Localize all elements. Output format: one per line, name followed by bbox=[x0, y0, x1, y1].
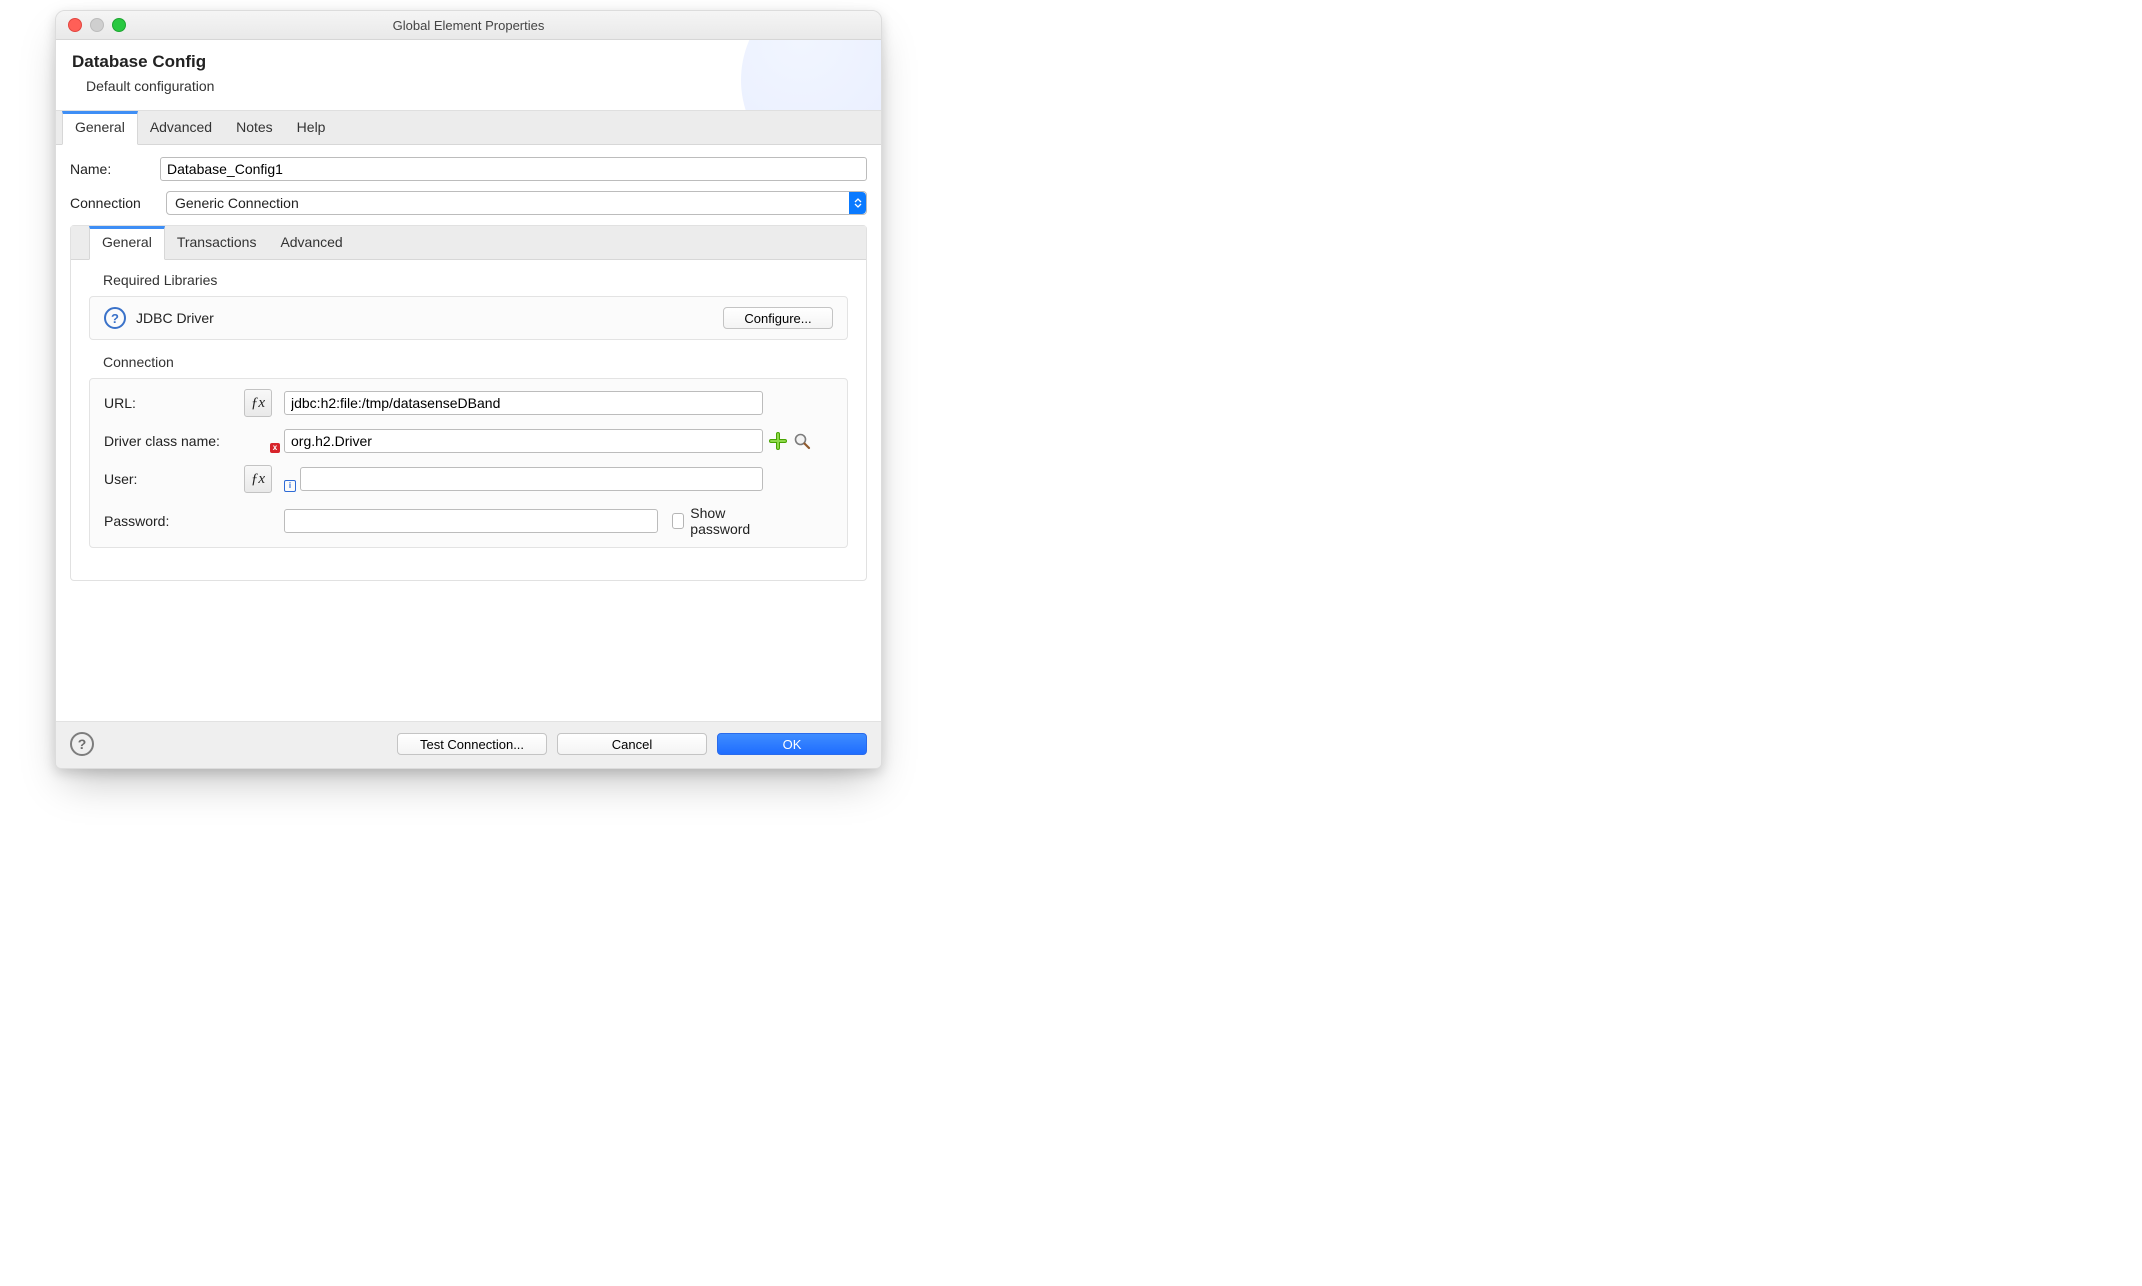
window-controls bbox=[68, 18, 126, 32]
close-window-button[interactable] bbox=[68, 18, 82, 32]
url-input[interactable] bbox=[284, 391, 763, 415]
tab-body: Name: Connection Generic Connection Gene… bbox=[56, 145, 881, 721]
password-input[interactable] bbox=[284, 509, 658, 533]
connection-group: URL: ƒx Driver class name: x bbox=[89, 378, 848, 548]
connection-select[interactable]: Generic Connection bbox=[166, 191, 867, 215]
connection-select-value: Generic Connection bbox=[167, 195, 849, 211]
fx-button-url[interactable]: ƒx bbox=[244, 389, 272, 417]
ok-button[interactable]: OK bbox=[717, 733, 867, 755]
select-stepper-icon bbox=[849, 192, 866, 214]
inner-tabs: General Transactions Advanced bbox=[71, 226, 866, 260]
url-label: URL: bbox=[104, 395, 244, 411]
test-connection-button[interactable]: Test Connection... bbox=[397, 733, 547, 755]
jdbc-driver-label: JDBC Driver bbox=[136, 310, 214, 326]
tab-notes[interactable]: Notes bbox=[224, 111, 285, 144]
inner-tab-general[interactable]: General bbox=[89, 226, 165, 260]
name-input[interactable] bbox=[160, 157, 867, 181]
dialog-header: Database Config Default configuration bbox=[56, 40, 881, 111]
tab-general[interactable]: General bbox=[62, 111, 138, 145]
search-driver-button[interactable] bbox=[793, 432, 811, 450]
connection-panel: General Transactions Advanced Required L… bbox=[70, 225, 867, 581]
required-libraries-title: Required Libraries bbox=[103, 272, 848, 288]
help-button[interactable]: ? bbox=[70, 732, 94, 756]
driver-class-label: Driver class name: bbox=[104, 433, 244, 449]
required-libraries-group: ? JDBC Driver Configure... bbox=[89, 296, 848, 340]
password-label: Password: bbox=[104, 513, 244, 529]
dialog-footer: ? Test Connection... Cancel OK bbox=[56, 721, 881, 768]
configure-button[interactable]: Configure... bbox=[723, 307, 833, 329]
titlebar: Global Element Properties bbox=[56, 11, 881, 40]
connection-section-title: Connection bbox=[103, 354, 848, 370]
show-password-label: Show password bbox=[690, 505, 763, 537]
tab-help[interactable]: Help bbox=[285, 111, 338, 144]
main-tabs: General Advanced Notes Help bbox=[56, 111, 881, 145]
connection-label: Connection bbox=[70, 195, 160, 211]
fx-button-user[interactable]: ƒx bbox=[244, 465, 272, 493]
header-decoration bbox=[741, 40, 881, 111]
show-password-checkbox[interactable]: Show password bbox=[672, 505, 763, 537]
name-label: Name: bbox=[70, 161, 160, 177]
tab-advanced[interactable]: Advanced bbox=[138, 111, 224, 144]
checkbox-icon bbox=[672, 513, 684, 529]
inner-tab-advanced[interactable]: Advanced bbox=[268, 226, 354, 259]
minimize-window-button[interactable] bbox=[90, 18, 104, 32]
window-title: Global Element Properties bbox=[56, 18, 881, 33]
user-input[interactable] bbox=[300, 467, 763, 491]
zoom-window-button[interactable] bbox=[112, 18, 126, 32]
dialog-window: Global Element Properties Database Confi… bbox=[55, 10, 882, 769]
user-label: User: bbox=[104, 471, 244, 487]
inner-tab-transactions[interactable]: Transactions bbox=[165, 226, 269, 259]
help-icon[interactable]: ? bbox=[104, 307, 126, 329]
driver-class-input[interactable] bbox=[284, 429, 763, 453]
error-badge-icon: x bbox=[270, 443, 280, 453]
add-driver-button[interactable] bbox=[769, 432, 787, 450]
cancel-button[interactable]: Cancel bbox=[557, 733, 707, 755]
info-badge-icon: i bbox=[284, 480, 296, 492]
